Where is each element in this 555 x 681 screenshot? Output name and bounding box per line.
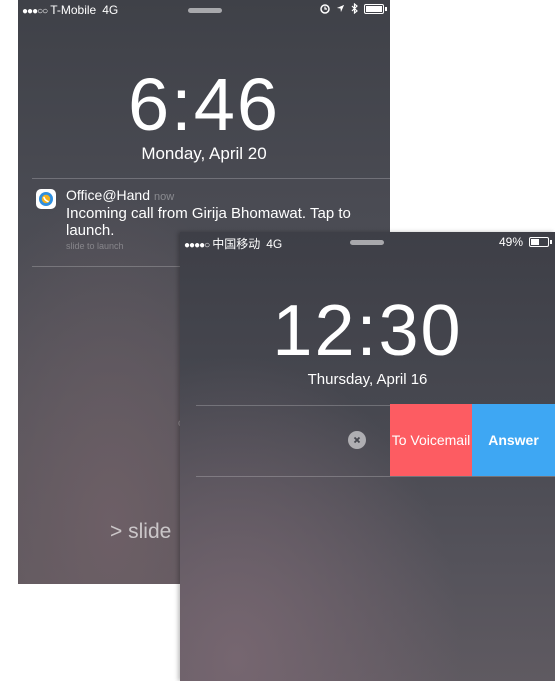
battery-icon bbox=[529, 237, 552, 247]
app-icon bbox=[36, 189, 56, 209]
lockscreen-date: Monday, April 20 bbox=[141, 144, 267, 163]
notification-grabber[interactable] bbox=[350, 240, 384, 245]
status-bar: ●●●○○ T-Mobile 4G bbox=[18, 0, 390, 18]
divider bbox=[196, 476, 555, 477]
lockscreen-clock: 6:46 bbox=[127, 63, 281, 146]
carrier-name: T-Mobile bbox=[50, 3, 97, 17]
notification-grabber[interactable] bbox=[188, 8, 222, 13]
carrier-name: 中国移动 bbox=[212, 237, 261, 251]
alarm-icon bbox=[320, 3, 330, 14]
lockscreen-incoming-call: ●●●●○ 中国移动 4G 49% 12:30 Thursday, April 16… bbox=[180, 232, 555, 681]
clear-icon[interactable] bbox=[348, 431, 366, 449]
answer-button[interactable]: Answer bbox=[472, 404, 555, 476]
network-type: 4G bbox=[266, 237, 283, 251]
divider bbox=[32, 178, 390, 179]
lockscreen-date: Thursday, April 16 bbox=[307, 371, 428, 388]
status-bar: ●●●●○ 中国移动 4G 49% bbox=[180, 232, 555, 252]
notification-time: now bbox=[154, 191, 175, 203]
signal-strength: ●●●●○ bbox=[184, 240, 210, 251]
battery-icon bbox=[364, 3, 387, 14]
carrier-info: ●●●○○ T-Mobile 4G bbox=[22, 3, 118, 17]
notification-app-name: Office@Hand bbox=[66, 187, 150, 203]
status-icons bbox=[320, 3, 387, 14]
notification-header[interactable]: Office@Hand now bbox=[66, 187, 174, 203]
network-type: 4G bbox=[102, 3, 119, 17]
lockscreen-clock: 12:30 bbox=[272, 291, 463, 371]
notification-slide-hint: slide to launch bbox=[66, 241, 124, 251]
signal-strength: ●●●○○ bbox=[22, 6, 48, 17]
slide-to-unlock[interactable]: > slide bbox=[110, 520, 171, 544]
slide-label: slide bbox=[128, 520, 172, 543]
to-voicemail-button[interactable]: To Voicemail bbox=[390, 404, 472, 476]
carrier-info: ●●●●○ 中国移动 4G bbox=[184, 235, 282, 252]
battery-percentage: 49% bbox=[498, 235, 523, 249]
bluetooth-icon bbox=[351, 3, 358, 14]
chevron-right-icon: > bbox=[110, 520, 123, 543]
location-arrow-icon bbox=[336, 4, 345, 13]
status-icons: 49% bbox=[498, 235, 552, 249]
